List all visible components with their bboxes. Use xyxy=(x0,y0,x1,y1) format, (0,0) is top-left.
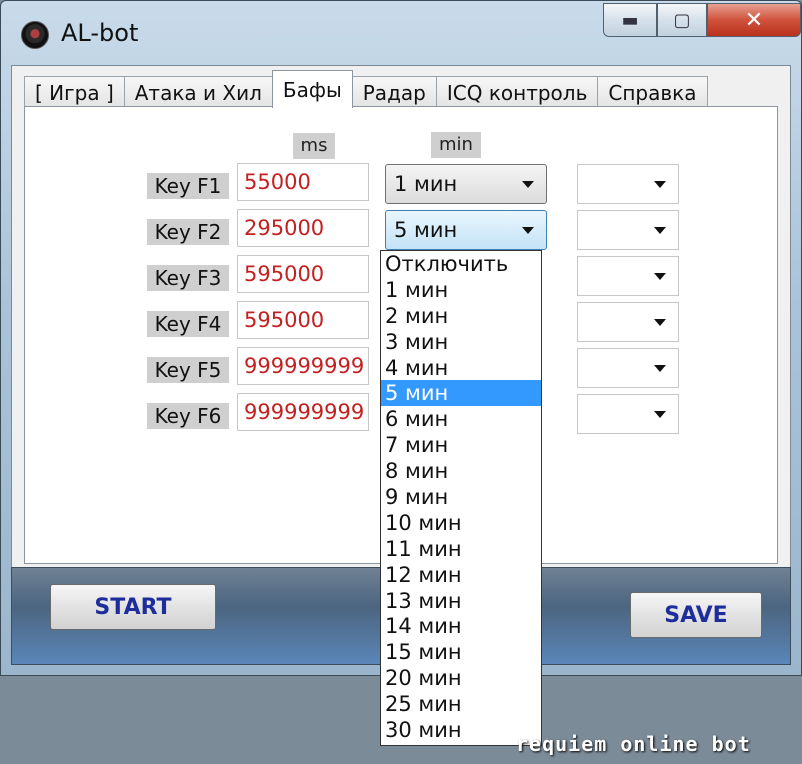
chevron-down-icon xyxy=(522,227,534,234)
min-header: min xyxy=(431,132,481,158)
key-f1-interval-select[interactable]: 1 мин xyxy=(385,164,547,204)
window-controls: ▬ ▢ ✕ xyxy=(603,1,801,45)
tab-help[interactable]: Справка xyxy=(597,76,708,108)
interval-dropdown-list: Отключить 1 мин 2 мин 3 мин 4 мин 5 мин … xyxy=(380,250,542,746)
key-f6-extra-select[interactable] xyxy=(577,394,679,434)
dropdown-option[interactable]: 7 мин xyxy=(381,432,541,458)
chevron-down-icon xyxy=(654,319,666,326)
key-f2-interval-select[interactable]: 5 мин xyxy=(385,210,547,250)
key-f3-ms-input[interactable]: 595000 xyxy=(237,255,369,293)
close-icon: ✕ xyxy=(744,7,764,33)
key-f2-label: Key F2 xyxy=(147,219,229,245)
close-button[interactable]: ✕ xyxy=(707,3,801,37)
key-f3-label: Key F3 xyxy=(147,265,229,291)
tab-attack-heal[interactable]: Атака и Хил xyxy=(123,76,273,108)
key-f2-extra-select[interactable] xyxy=(577,210,679,250)
dropdown-option[interactable]: 25 мин xyxy=(381,691,541,717)
key-f1-ms-input[interactable]: 55000 xyxy=(237,163,369,201)
minimize-icon: ▬ xyxy=(621,9,639,31)
key-f5-extra-select[interactable] xyxy=(577,348,679,388)
key-f4-ms-input[interactable]: 595000 xyxy=(237,301,369,339)
dropdown-option[interactable]: 8 мин xyxy=(381,458,541,484)
dropdown-option[interactable]: 1 мин xyxy=(381,277,541,303)
key-f4-extra-select[interactable] xyxy=(577,302,679,342)
watermark-text: requiem online bot xyxy=(516,732,751,756)
ms-header: ms xyxy=(293,133,335,159)
dropdown-option[interactable]: 4 мин xyxy=(381,355,541,381)
chevron-down-icon xyxy=(654,273,666,280)
key-f5-label: Key F5 xyxy=(147,357,229,383)
tab-radar[interactable]: Радар xyxy=(351,76,437,108)
dropdown-option[interactable]: 6 мин xyxy=(381,406,541,432)
dropdown-option[interactable]: Отключить xyxy=(381,251,541,277)
chevron-down-icon xyxy=(654,227,666,234)
key-f4-label: Key F4 xyxy=(147,311,229,337)
dropdown-option[interactable]: 20 мин xyxy=(381,665,541,691)
key-f2-interval-value: 5 мин xyxy=(394,218,458,242)
minimize-button[interactable]: ▬ xyxy=(603,3,657,37)
chevron-down-icon xyxy=(522,181,534,188)
tab-icq-control[interactable]: ICQ контроль xyxy=(435,76,599,108)
dropdown-option[interactable]: 9 мин xyxy=(381,484,541,510)
window-title: AL-bot xyxy=(61,19,139,47)
title-bar[interactable]: AL-bot ▬ ▢ ✕ xyxy=(1,1,801,65)
dropdown-option[interactable]: 12 мин xyxy=(381,562,541,588)
dropdown-option[interactable]: 15 мин xyxy=(381,639,541,665)
dropdown-option-selected[interactable]: 5 мин xyxy=(381,380,541,407)
key-f5-ms-input[interactable]: 999999999 xyxy=(237,347,369,385)
chevron-down-icon xyxy=(654,181,666,188)
dropdown-option[interactable]: 10 мин xyxy=(381,510,541,536)
dropdown-option[interactable]: 3 мин xyxy=(381,329,541,355)
dropdown-option[interactable]: 2 мин xyxy=(381,303,541,329)
maximize-button[interactable]: ▢ xyxy=(657,3,707,37)
maximize-icon: ▢ xyxy=(673,9,691,31)
chevron-down-icon xyxy=(654,365,666,372)
tab-strip: [ Игра ] Атака и Хил Бафы Радар ICQ конт… xyxy=(24,70,708,108)
dropdown-option[interactable]: 13 мин xyxy=(381,588,541,614)
key-f1-interval-value: 1 мин xyxy=(394,172,458,196)
key-f1-extra-select[interactable] xyxy=(577,164,679,204)
key-f6-label: Key F6 xyxy=(147,403,229,429)
key-f1-label: Key F1 xyxy=(147,173,229,199)
dropdown-option[interactable]: 14 мин xyxy=(381,613,541,639)
save-button[interactable]: SAVE xyxy=(630,592,762,638)
dropdown-option[interactable]: 11 мин xyxy=(381,536,541,562)
start-button[interactable]: START xyxy=(50,584,216,630)
chevron-down-icon xyxy=(654,411,666,418)
tab-game[interactable]: [ Игра ] xyxy=(24,76,125,108)
key-f3-extra-select[interactable] xyxy=(577,256,679,296)
key-f2-ms-input[interactable]: 295000 xyxy=(237,209,369,247)
app-logo-icon xyxy=(21,21,49,49)
key-f6-ms-input[interactable]: 999999999 xyxy=(237,393,369,431)
tab-buffs[interactable]: Бафы xyxy=(271,70,353,108)
